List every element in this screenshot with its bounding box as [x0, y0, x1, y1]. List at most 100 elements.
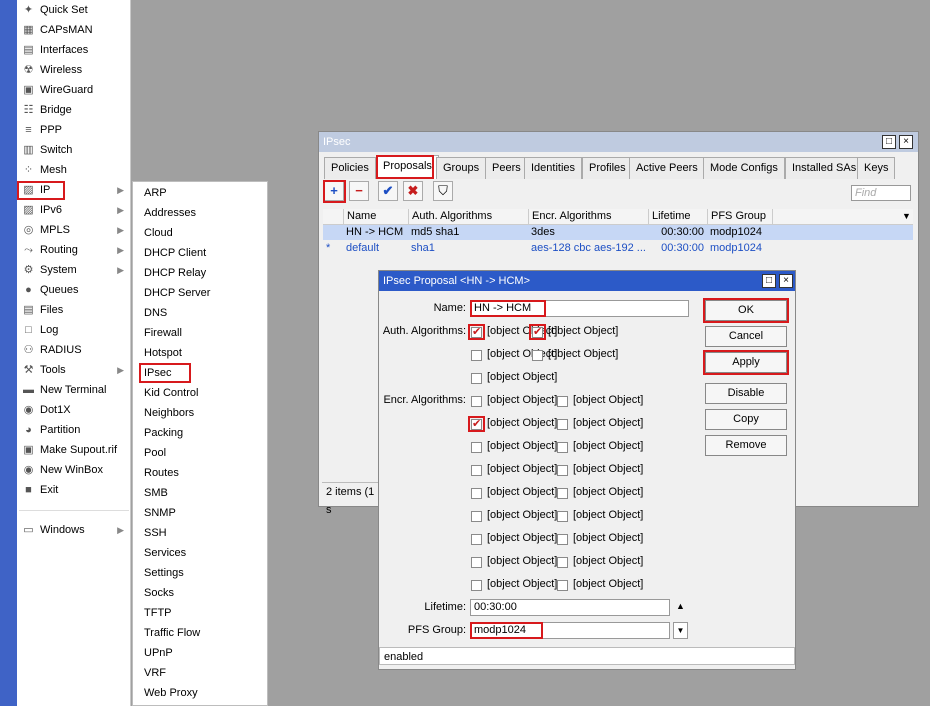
submenu-item-upnp[interactable]: UPnP [133, 643, 267, 663]
tab-installed-sas[interactable]: Installed SAs [785, 157, 864, 179]
menu-item-wireless[interactable]: ☢ Wireless [17, 60, 130, 80]
menu-item-ip[interactable]: ▨ IP ▶ [17, 180, 130, 200]
submenu-item-neighbors[interactable]: Neighbors [133, 403, 267, 423]
submenu-item-socks[interactable]: Socks [133, 583, 267, 603]
checkbox-aes-128-gcm[interactable] [471, 557, 482, 568]
submenu-item-dhcp-relay[interactable]: DHCP Relay [133, 263, 267, 283]
column-menu-icon[interactable]: ▼ [899, 209, 913, 225]
submenu-item-services[interactable]: Services [133, 543, 267, 563]
submenu-item-cloud[interactable]: Cloud [133, 223, 267, 243]
tab-keys[interactable]: Keys [857, 157, 896, 179]
submenu-item-hotspot[interactable]: Hotspot [133, 343, 267, 363]
tab-active-peers[interactable]: Active Peers [629, 157, 705, 179]
disable-button[interactable]: Disable [705, 383, 787, 404]
checkbox-camellia-256[interactable] [471, 511, 482, 522]
ok-button[interactable]: OK [705, 300, 787, 321]
maximize-icon[interactable]: □ [882, 135, 896, 149]
menu-item-exit[interactable]: ■ Exit [17, 480, 130, 500]
submenu-item-vrf[interactable]: VRF [133, 663, 267, 683]
proposal-title-bar[interactable]: IPsec Proposal <HN -> HCM> [379, 271, 795, 291]
checkbox-null[interactable] [471, 396, 482, 407]
menu-item-quick-set[interactable]: ✦ Quick Set [17, 0, 130, 20]
menu-item-new-winbox[interactable]: ◉ New WinBox [17, 460, 130, 480]
lifetime-field[interactable]: 00:30:00 [470, 599, 670, 616]
checkbox-chacha20-poly1305[interactable] [557, 580, 568, 591]
tab-groups[interactable]: Groups [436, 157, 487, 179]
checkbox-3des[interactable] [471, 417, 482, 430]
submenu-item-dns[interactable]: DNS [133, 303, 267, 323]
menu-item-radius[interactable]: ⚇ RADIUS [17, 340, 130, 360]
checkbox-aes-256-ctr[interactable] [557, 534, 568, 545]
submenu-item-packing[interactable]: Packing [133, 423, 267, 443]
checkbox-sha256[interactable] [532, 350, 543, 361]
find-input[interactable]: Find [851, 185, 911, 201]
submenu-item-tftp[interactable]: TFTP [133, 603, 267, 623]
close-icon[interactable]: × [899, 135, 913, 149]
submenu-item-dhcp-client[interactable]: DHCP Client [133, 243, 267, 263]
pfs-select[interactable]: modp1024 [470, 622, 670, 639]
checkbox-aes-192-cbc[interactable] [471, 442, 482, 453]
name-field[interactable]: HN -> HCM [470, 300, 689, 317]
tab-profiles[interactable]: Profiles [582, 157, 633, 179]
checkbox-des[interactable] [557, 396, 568, 407]
table-row[interactable]: * default sha1 aes-128 cbc aes-192 ... 00:30… [323, 241, 913, 256]
remove-button[interactable]: Remove [705, 435, 787, 456]
submenu-item-firewall[interactable]: Firewall [133, 323, 267, 343]
menu-item-new-terminal[interactable]: ▬ New Terminal [17, 380, 130, 400]
checkbox-twofish[interactable] [557, 465, 568, 476]
checkbox-blowfish[interactable] [471, 465, 482, 476]
menu-item-wireguard[interactable]: ▣ WireGuard [17, 80, 130, 100]
col-encr[interactable]: Encr. Algorithms [528, 209, 648, 225]
submenu-item-snmp[interactable]: SNMP [133, 503, 267, 523]
ipsec-title-bar[interactable]: IPsec [319, 132, 918, 152]
submenu-item-kid-control[interactable]: Kid Control [133, 383, 267, 403]
checkbox-aes-192-ctr[interactable] [471, 534, 482, 545]
menu-item-make-supout-rif[interactable]: ▣ Make Supout.rif [17, 440, 130, 460]
menu-item-mpls[interactable]: ◎ MPLS ▶ [17, 220, 130, 240]
submenu-item-dhcp-server[interactable]: DHCP Server [133, 283, 267, 303]
menu-item-partition[interactable]: ◕ Partition [17, 420, 130, 440]
menu-item-system[interactable]: ⚙ System ▶ [17, 260, 130, 280]
menu-item-tools[interactable]: ⚒ Tools ▶ [17, 360, 130, 380]
tab-peers[interactable]: Peers [485, 157, 528, 179]
tab-mode-configs[interactable]: Mode Configs [703, 157, 785, 179]
menu-item-capsman[interactable]: ▦ CAPsMAN [17, 20, 130, 40]
menu-item-interfaces[interactable]: ▤ Interfaces [17, 40, 130, 60]
dropdown-icon[interactable]: ▼ [673, 622, 688, 639]
cancel-button[interactable]: Cancel [705, 326, 787, 347]
menu-item-log[interactable]: □ Log [17, 320, 130, 340]
submenu-item-pool[interactable]: Pool [133, 443, 267, 463]
col-name[interactable]: Name [343, 209, 409, 225]
menu-item-ppp[interactable]: ≡ PPP [17, 120, 130, 140]
close-icon[interactable]: × [779, 274, 793, 288]
menu-item-routing[interactable]: ⤳ Routing ▶ [17, 240, 130, 260]
enable-button[interactable]: ✔ [378, 181, 398, 201]
add-button[interactable]: + [324, 181, 344, 201]
tab-policies[interactable]: Policies [324, 157, 376, 179]
apply-button[interactable]: Apply [705, 352, 787, 373]
checkbox-sha1[interactable] [532, 325, 543, 338]
menu-item-dot1x[interactable]: ◉ Dot1X [17, 400, 130, 420]
menu-item-ipv6[interactable]: ▨ IPv6 ▶ [17, 200, 130, 220]
checkbox-aes-256-cbc[interactable] [557, 442, 568, 453]
maximize-icon[interactable]: □ [762, 274, 776, 288]
col-lifetime[interactable]: Lifetime [648, 209, 708, 225]
col-auth[interactable]: Auth. Algorithms [408, 209, 528, 225]
checkbox-sha512[interactable] [471, 373, 482, 384]
menu-item-bridge[interactable]: ☷ Bridge [17, 100, 130, 120]
submenu-item-ipsec[interactable]: IPsec [133, 363, 267, 383]
remove-button[interactable]: − [349, 181, 369, 201]
checkbox-md5[interactable] [471, 325, 482, 338]
table-row[interactable]: HN -> HCM md5 sha1 3des 00:30:00 modp1024 [323, 225, 913, 240]
collapse-up-icon[interactable]: ▲ [676, 601, 685, 611]
submenu-item-arp[interactable]: ARP [133, 183, 267, 203]
menu-item-files[interactable]: ▤ Files [17, 300, 130, 320]
menu-item-mesh[interactable]: ⁘ Mesh [17, 160, 130, 180]
checkbox-camellia-128[interactable] [471, 488, 482, 499]
checkbox-camellia-192[interactable] [557, 488, 568, 499]
submenu-item-addresses[interactable]: Addresses [133, 203, 267, 223]
checkbox-aes-256-gcm[interactable] [471, 580, 482, 591]
submenu-item-routes[interactable]: Routes [133, 463, 267, 483]
submenu-item-traffic-flow[interactable]: Traffic Flow [133, 623, 267, 643]
menu-item-queues[interactable]: ● Queues [17, 280, 130, 300]
